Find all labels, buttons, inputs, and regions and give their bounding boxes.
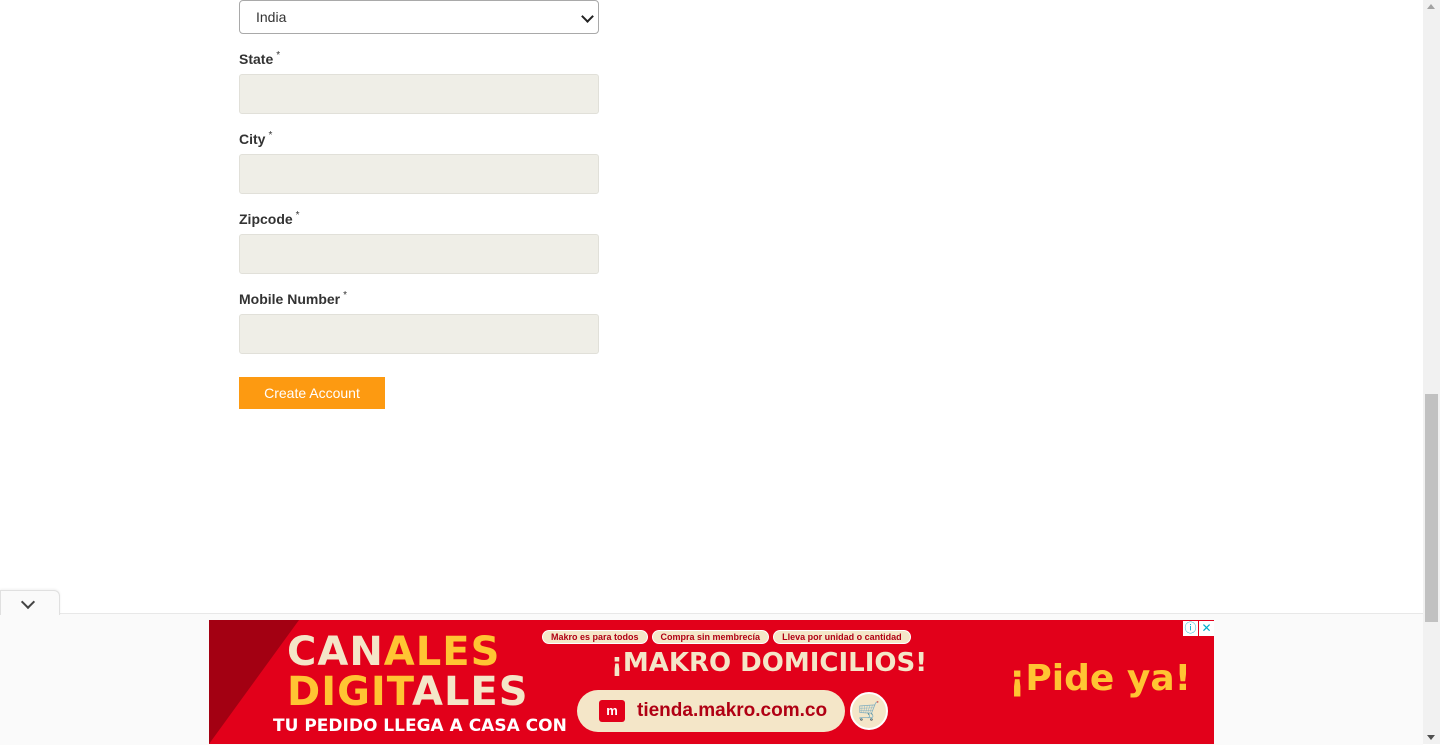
ad-pill: Makro es para todos [542, 630, 648, 644]
ad-cta[interactable]: ¡Pide ya! [1009, 658, 1191, 699]
ad-line-1: CANALES [287, 629, 501, 675]
ad-headline: ¡MAKRO DOMICILIOS! [611, 648, 928, 678]
create-account-button[interactable]: Create Account [239, 377, 385, 409]
scroll-up-icon[interactable] [1427, 4, 1435, 9]
ad-pill: Lleva por unidad o cantidad [773, 630, 911, 644]
city-input[interactable] [239, 154, 599, 194]
chevron-down-icon [20, 594, 36, 610]
ad-tagline: TU PEDIDO LLEGA A CASA CON [273, 716, 567, 736]
ad-pill: Compra sin membrecía [651, 630, 770, 644]
scrollbar-thumb[interactable] [1425, 394, 1438, 622]
state-label: State * [239, 50, 281, 67]
city-label: City * [239, 130, 273, 147]
state-input[interactable] [239, 74, 599, 114]
makro-ad-banner[interactable]: CANALES DIGITALES TU PEDIDO LLEGA A CASA… [209, 620, 1214, 744]
ad-line-2: DIGITALES [287, 669, 529, 715]
mobile-number-label: Mobile Number * [239, 290, 348, 307]
page-scrollbar[interactable] [1423, 0, 1440, 744]
ad-collapse-button[interactable] [0, 590, 60, 615]
country-select[interactable]: India [239, 0, 599, 34]
ad-pills: Makro es para todos Compra sin membrecía… [542, 630, 911, 644]
scroll-down-icon[interactable] [1427, 735, 1435, 740]
required-mark: * [268, 130, 273, 141]
close-icon[interactable]: ✕ [1199, 621, 1214, 636]
ad-controls: ⓘ ✕ [1182, 621, 1214, 636]
required-mark: * [276, 50, 281, 61]
zipcode-input[interactable] [239, 234, 599, 274]
required-mark: * [343, 290, 348, 301]
ad-info-icon[interactable]: ⓘ [1183, 621, 1198, 636]
required-mark: * [295, 210, 300, 221]
country-select-value: India [256, 9, 287, 25]
ad-url: tienda.makro.com.co [637, 700, 828, 721]
mobile-number-input[interactable] [239, 314, 599, 354]
cart-icon[interactable]: 🛒 [850, 692, 888, 730]
zipcode-label: Zipcode * [239, 210, 300, 227]
ad-url-pill[interactable]: m tienda.makro.com.co [577, 690, 845, 732]
store-icon: m [599, 700, 625, 722]
chevron-down-icon [581, 10, 594, 23]
